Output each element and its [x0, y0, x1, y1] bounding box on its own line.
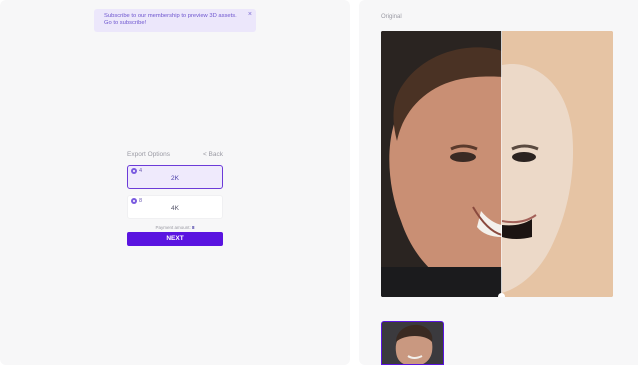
subscribe-toast[interactable]: Subscribe to our membership to preview 3…: [94, 9, 256, 32]
export-header: Export Options < Back: [127, 151, 223, 161]
image-thumbnail[interactable]: [381, 321, 444, 365]
export-option-2k[interactable]: 4 2K: [127, 165, 223, 189]
split-handle[interactable]: [498, 293, 505, 297]
generated-image: [501, 31, 613, 297]
back-link[interactable]: < Back: [203, 151, 223, 158]
export-panel: Subscribe to our membership to preview 3…: [0, 0, 350, 365]
export-option-4k[interactable]: 8 4K: [127, 195, 223, 219]
option-price-value: 8: [139, 198, 143, 204]
original-label: Original: [381, 14, 402, 20]
comparison-viewer[interactable]: [381, 31, 613, 297]
payment-value: 8: [192, 225, 195, 230]
original-face-image: [381, 31, 503, 297]
option-price: 8: [131, 198, 142, 204]
option-resolution: 4K: [171, 205, 179, 212]
option-price-value: 4: [139, 168, 143, 174]
split-divider[interactable]: [501, 31, 502, 297]
toast-message: Subscribe to our membership to preview 3…: [104, 13, 237, 19]
option-price: 4: [131, 168, 142, 174]
generated-face-image: [501, 31, 613, 297]
app-root: Subscribe to our membership to preview 3…: [0, 0, 638, 365]
next-button[interactable]: NEXT: [127, 232, 223, 246]
export-title: Export Options: [127, 151, 170, 158]
close-icon[interactable]: ×: [248, 11, 252, 18]
payment-label: Payment amount:: [155, 225, 191, 230]
coin-icon: [131, 198, 137, 204]
thumbnail-face-image: [382, 322, 443, 364]
toast-link[interactable]: Go to subscribe!: [104, 20, 246, 27]
original-image: [381, 31, 503, 297]
coin-icon: [131, 168, 137, 174]
payment-amount: Payment amount: 8: [127, 225, 223, 230]
option-resolution: 2K: [171, 175, 179, 182]
